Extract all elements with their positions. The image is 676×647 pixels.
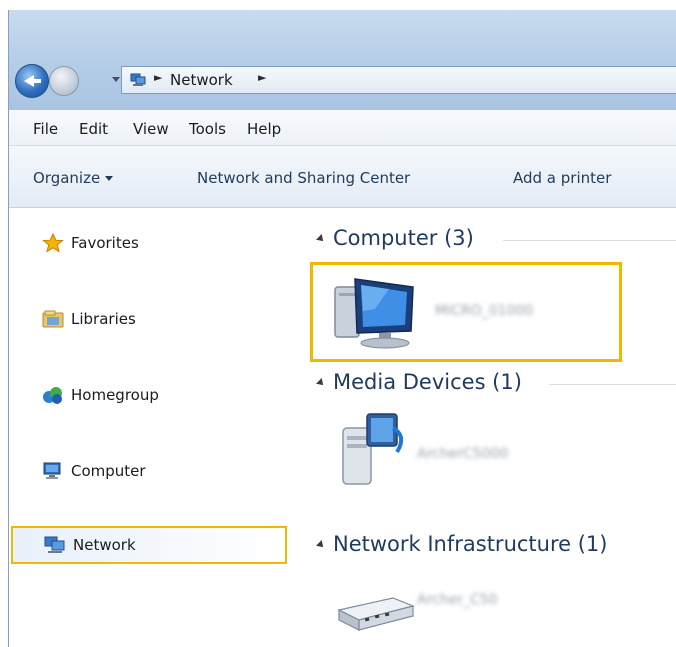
device-name: MICRO_01000 bbox=[435, 303, 534, 319]
device-item-media[interactable]: ArcherC5000 bbox=[325, 404, 615, 494]
breadcrumb-network[interactable]: Network bbox=[170, 71, 233, 89]
address-bar[interactable]: ► Network ► bbox=[121, 66, 676, 94]
organize-button[interactable]: Organize bbox=[33, 169, 114, 187]
menu-file[interactable]: File bbox=[33, 120, 58, 138]
menu-help[interactable]: Help bbox=[247, 120, 281, 138]
organize-label: Organize bbox=[33, 169, 101, 187]
collapse-triangle-icon bbox=[316, 540, 326, 550]
nav-item-network[interactable]: Network bbox=[11, 526, 287, 564]
device-item-computer[interactable]: MICRO_01000 bbox=[310, 262, 622, 362]
group-header-network-infrastructure[interactable]: Network Infrastructure (1) bbox=[295, 530, 676, 560]
explorer-window: ► Network ► File Edit View Tools Help Or… bbox=[8, 10, 676, 647]
libraries-icon bbox=[42, 310, 64, 328]
content-pane: Computer (3) MICRO_01000 Media Devices (… bbox=[295, 208, 676, 647]
homegroup-icon bbox=[43, 387, 62, 404]
computer-icon bbox=[43, 462, 61, 479]
nav-label: Favorites bbox=[71, 234, 139, 252]
breadcrumb-separator[interactable]: ► bbox=[154, 71, 162, 84]
router-icon bbox=[337, 597, 415, 631]
device-item-router[interactable]: Archer_C50 bbox=[325, 576, 615, 646]
add-printer-button[interactable]: Add a printer bbox=[513, 169, 611, 187]
group-title: Media Devices (1) bbox=[333, 370, 522, 394]
nav-item-libraries[interactable]: Libraries bbox=[9, 300, 287, 338]
nav-label: Computer bbox=[71, 462, 146, 480]
nav-item-favorites[interactable]: Favorites bbox=[9, 224, 287, 262]
group-title: Network Infrastructure (1) bbox=[333, 532, 608, 556]
network-icon bbox=[44, 536, 65, 553]
menu-view[interactable]: View bbox=[133, 120, 169, 138]
network-icon bbox=[130, 73, 146, 86]
group-title: Computer (3) bbox=[333, 226, 474, 250]
nav-label: Network bbox=[73, 536, 136, 554]
menu-tools[interactable]: Tools bbox=[189, 120, 226, 138]
recent-pages-chevron-icon[interactable] bbox=[112, 77, 120, 82]
star-icon bbox=[42, 233, 64, 253]
menu-edit[interactable]: Edit bbox=[79, 120, 108, 138]
computer-icon bbox=[334, 278, 414, 349]
group-header-media-devices[interactable]: Media Devices (1) bbox=[295, 368, 676, 398]
forward-arrow-icon[interactable] bbox=[49, 66, 79, 96]
breadcrumb-separator-end[interactable]: ► bbox=[258, 71, 266, 84]
group-divider bbox=[503, 240, 676, 241]
nav-item-homegroup[interactable]: Homegroup bbox=[9, 376, 287, 414]
nav-label: Homegroup bbox=[71, 386, 159, 404]
command-bar: Organize Network and Sharing Center Add … bbox=[9, 146, 676, 208]
menu-bar: File Edit View Tools Help bbox=[9, 110, 676, 146]
nav-label: Libraries bbox=[71, 310, 136, 328]
chevron-down-icon bbox=[105, 176, 114, 181]
navigation-pane: Favorites Libraries Homegroup Computer N… bbox=[9, 208, 295, 647]
media-device-icon bbox=[342, 413, 404, 485]
device-name: ArcherC5000 bbox=[417, 446, 509, 462]
back-arrow-icon[interactable] bbox=[15, 64, 49, 98]
device-name: Archer_C50 bbox=[417, 592, 498, 608]
collapse-triangle-icon bbox=[316, 378, 326, 388]
group-divider bbox=[549, 384, 676, 385]
group-header-computer[interactable]: Computer (3) bbox=[295, 224, 676, 254]
title-bar: ► Network ► bbox=[9, 10, 676, 110]
nav-item-computer[interactable]: Computer bbox=[9, 452, 287, 490]
collapse-triangle-icon bbox=[316, 234, 326, 244]
network-sharing-center-button[interactable]: Network and Sharing Center bbox=[197, 169, 410, 187]
